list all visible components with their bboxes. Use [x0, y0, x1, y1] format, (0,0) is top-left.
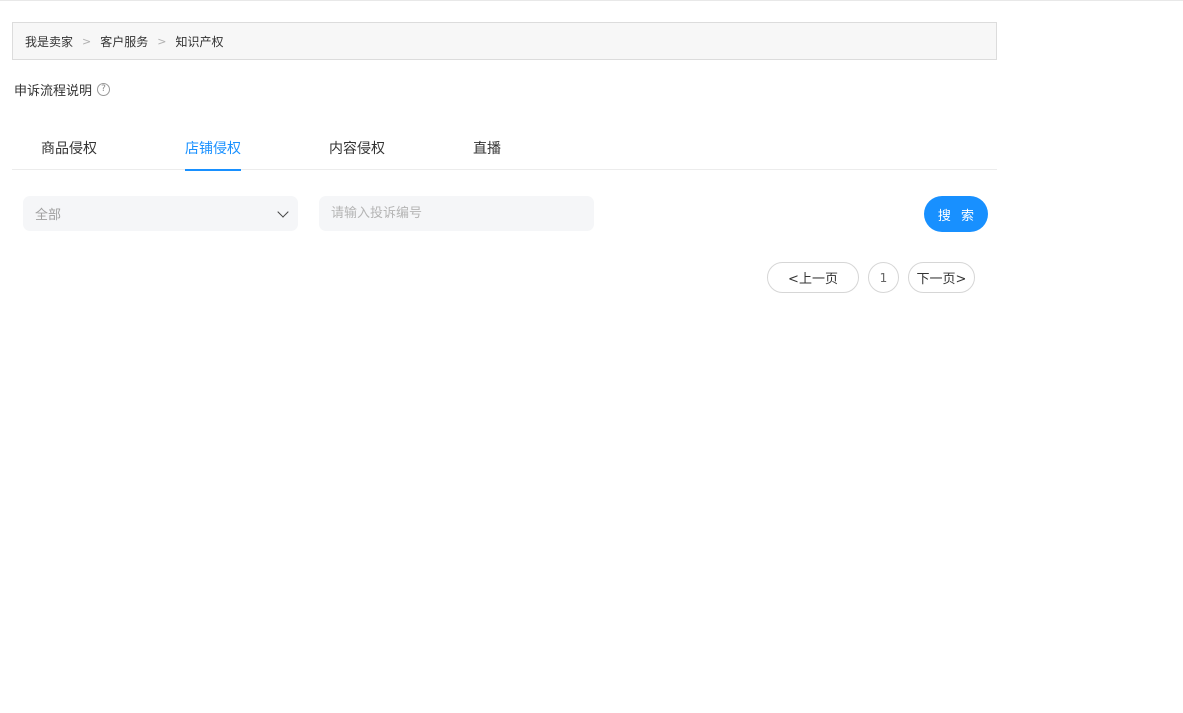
tab-bar: 商品侵权 店铺侵权 内容侵权 直播 — [12, 129, 997, 171]
breadcrumb-item-ip: 知识产权 — [175, 34, 224, 49]
breadcrumb-item-seller[interactable]: 我是卖家 — [25, 33, 73, 50]
appeal-process-help: 申诉流程说明 ? — [14, 80, 111, 99]
next-page-button[interactable]: 下一页> — [908, 262, 975, 293]
top-divider — [0, 0, 1183, 1]
prev-page-button[interactable]: <上一页 — [767, 262, 859, 293]
status-filter-select[interactable]: 全部 — [23, 196, 298, 231]
breadcrumb: 我是卖家 > 客户服务 > 知识产权 — [12, 22, 997, 60]
appeal-process-label: 申诉流程说明 — [14, 84, 93, 99]
page-number-button[interactable]: 1 — [868, 262, 899, 293]
breadcrumb-separator: > — [82, 34, 92, 48]
complaint-number-input[interactable] — [319, 196, 594, 231]
question-circle-icon[interactable]: ? — [97, 83, 111, 96]
search-button[interactable]: 搜 索 — [924, 196, 988, 232]
chevron-down-icon — [277, 205, 289, 218]
tab-live-stream[interactable]: 直播 — [473, 138, 501, 169]
tab-store-infringement[interactable]: 店铺侵权 — [185, 138, 241, 171]
tab-product-infringement[interactable]: 商品侵权 — [41, 138, 97, 169]
breadcrumb-separator: > — [157, 34, 167, 48]
breadcrumb-item-customer-service[interactable]: 客户服务 — [100, 33, 148, 50]
status-filter-value: 全部 — [35, 208, 62, 223]
tab-content-infringement[interactable]: 内容侵权 — [329, 138, 385, 169]
